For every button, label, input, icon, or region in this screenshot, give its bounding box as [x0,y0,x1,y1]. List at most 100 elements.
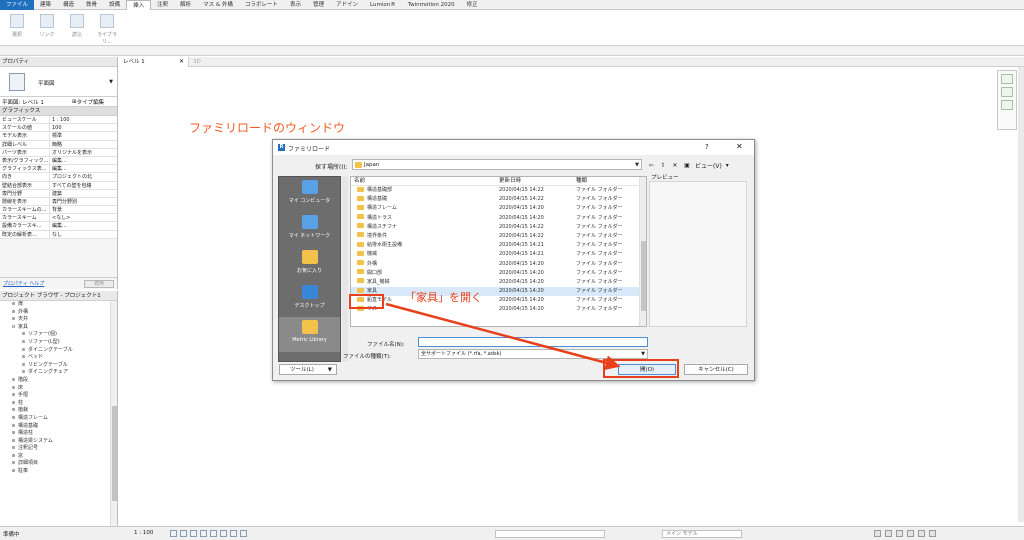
ribbon-tab[interactable]: 挿入 [126,0,152,10]
visual-style-icon[interactable] [180,530,187,537]
file-row[interactable]: 給排水衛生設備 2020/04/15 14:21 ファイル フォルダー [351,241,646,250]
property-value[interactable]: 専門分野別 [50,198,117,205]
property-row[interactable]: カラースキーム <なし> [0,214,117,223]
tree-item[interactable]: ⊞ 構造柱 [0,430,117,438]
select-underlay-icon[interactable] [885,530,892,537]
file-row[interactable]: 構造基礎部 2020/04/15 14:22 ファイル フォルダー [351,186,646,195]
property-value[interactable]: 標準 [50,132,117,139]
tools-button[interactable]: ツール(L) ▼ [279,364,337,375]
graphics-group-header[interactable]: グラフィックス [0,107,117,116]
ribbon-tab[interactable]: 建築 [34,0,57,10]
property-value[interactable]: 編集... [50,165,117,172]
file-row[interactable]: マス 2020/04/15 14:20 ファイル フォルダー [351,305,646,314]
tree-item[interactable]: ⊞ 扉 [0,301,117,309]
ribbon-tab[interactable]: 設備 [103,0,126,10]
place-item[interactable]: マイ コンピュータ [279,177,340,212]
zoom-icon[interactable] [1001,100,1013,110]
tree-item[interactable]: ⊞ 床 [0,385,117,393]
tree-item[interactable]: ⊞ ソファー(L型) [0,339,117,347]
place-item[interactable]: Metric Library [279,317,340,352]
file-row[interactable]: 家具 2020/04/15 14:20 ファイル フォルダー [351,287,646,297]
tree-item[interactable]: ⊞ 注釈記号 [0,445,117,453]
property-value[interactable]: 編集... [50,222,117,229]
file-row[interactable]: 家具_機械 2020/04/15 14:20 ファイル フォルダー [351,278,646,287]
chevron-down-icon[interactable]: ▾ [726,162,729,169]
property-row[interactable]: 隠線を表示 専門分野別 [0,197,117,207]
file-list-scrollbar[interactable] [639,177,646,326]
property-row[interactable]: ビュースケール 1 : 100 [0,116,117,125]
property-value[interactable]: 100 [50,124,117,131]
property-row[interactable]: スケールの値 100 [0,124,117,133]
file-row[interactable]: 鉛直モデル 2020/04/15 14:20 ファイル フォルダー [351,296,646,305]
filter-icon[interactable] [929,530,936,537]
property-value[interactable]: 編集... [50,157,117,164]
level-selector[interactable]: 平面図: レベル 1 [2,98,72,106]
file-name-input[interactable] [418,337,648,347]
scrollbar-thumb[interactable] [112,406,117,501]
tree-item[interactable]: ⊞ 構造フレーム [0,415,117,423]
drag-elements-icon[interactable] [918,530,925,537]
tree-item[interactable]: ⊞ ダイニングテーブル [0,347,117,355]
ribbon-button[interactable]: 選択 [4,12,30,44]
file-row[interactable]: 構造トラス 2020/04/15 14:20 ファイル フォルダー [351,214,646,223]
temporary-hide-icon[interactable] [220,530,227,537]
ribbon-button[interactable]: リンク [34,12,60,44]
property-value[interactable]: なし [50,231,117,238]
shadows-icon[interactable] [200,530,207,537]
property-row[interactable]: 壁結合部表示 すべての壁を包絡 [0,181,117,190]
ribbon-tab[interactable]: マス & 外構 [197,0,239,10]
property-row[interactable]: パーツ表示 オリジナルを表示 [0,148,117,157]
property-row[interactable]: 詳細レベル 簡略 [0,140,117,149]
property-value[interactable]: 背景 [50,206,117,213]
back-icon[interactable]: ⇦ [647,162,655,170]
property-value[interactable]: プロジェクトの北 [50,173,117,180]
cancel-button[interactable]: キャンセル(C) [684,364,748,375]
model-combo[interactable]: メイン モデル [662,530,742,538]
column-header-date[interactable]: 更新日時 [497,177,574,185]
property-value[interactable]: <なし> [50,214,117,221]
close-button[interactable]: ✕ [736,142,743,151]
ribbon-tab[interactable]: コラボレート [239,0,284,10]
ribbon-tab[interactable]: Twinmotion 2020 [402,0,461,10]
tree-item[interactable]: ⊞ 構造基礎 [0,423,117,431]
property-value[interactable]: 1 : 100 [50,116,117,123]
crop-view-icon[interactable] [210,530,217,537]
ribbon-button[interactable]: 読込 [64,12,90,44]
apply-button[interactable]: 適用 [84,279,114,288]
ribbon-tab[interactable]: ファイル [0,0,35,10]
file-row[interactable]: 構造フレーム 2020/04/15 14:20 ファイル フォルダー [351,204,646,213]
tree-item[interactable]: ⊞ 植栽 [0,407,117,415]
tree-item[interactable]: ⊞ 階段 [0,377,117,385]
property-value[interactable]: すべての壁を包絡 [50,182,117,189]
select-by-face-icon[interactable] [907,530,914,537]
tree-item[interactable]: ⊞ 詳細項目 [0,460,117,468]
detail-level-icon[interactable] [170,530,177,537]
tree-item[interactable]: ⊞ ダイニングチェア [0,369,117,377]
property-row[interactable]: 表示/グラフィック... 編集... [0,156,117,166]
ribbon-tab[interactable]: 管理 [307,0,330,10]
file-row[interactable]: 外構 2020/04/15 14:20 ファイル フォルダー [351,260,646,269]
ribbon-tab[interactable]: 構造 [57,0,80,10]
scrollbar-thumb[interactable] [641,241,646,311]
view-tab-3d[interactable]: 3D [191,57,251,67]
tree-item[interactable]: ⊞ 駐車 [0,468,117,476]
new-folder-icon[interactable]: ▣ [683,162,691,170]
tree-item[interactable]: ⊞ 手摺 [0,392,117,400]
property-row[interactable]: グラフィックス表... 編集... [0,165,117,174]
ribbon-tab[interactable]: 注釈 [151,0,174,10]
view-cube-icon[interactable] [1001,74,1013,84]
up-folder-icon[interactable]: ⇧ [659,162,667,170]
column-header-name[interactable]: 名前 [351,177,497,185]
property-row[interactable]: モデル表示 標準 [0,132,117,141]
tree-item[interactable]: ⊞ ベッド [0,354,117,362]
views-menu[interactable]: ビュー(V) [695,161,722,170]
view-scale[interactable]: 1 : 100 [134,530,153,536]
delete-icon[interactable]: ✕ [671,162,679,170]
view-scrollbar[interactable] [1018,67,1024,522]
reveal-hidden-icon[interactable] [230,530,237,537]
file-row[interactable]: 開口部 2020/04/15 14:20 ファイル フォルダー [351,269,646,278]
ribbon-tab[interactable]: 修正 [461,0,484,10]
tree-item[interactable]: ⊟ 家具 [0,324,117,332]
ribbon-tab[interactable]: Lumion® [364,0,402,10]
places-scrollbar[interactable] [342,176,348,362]
